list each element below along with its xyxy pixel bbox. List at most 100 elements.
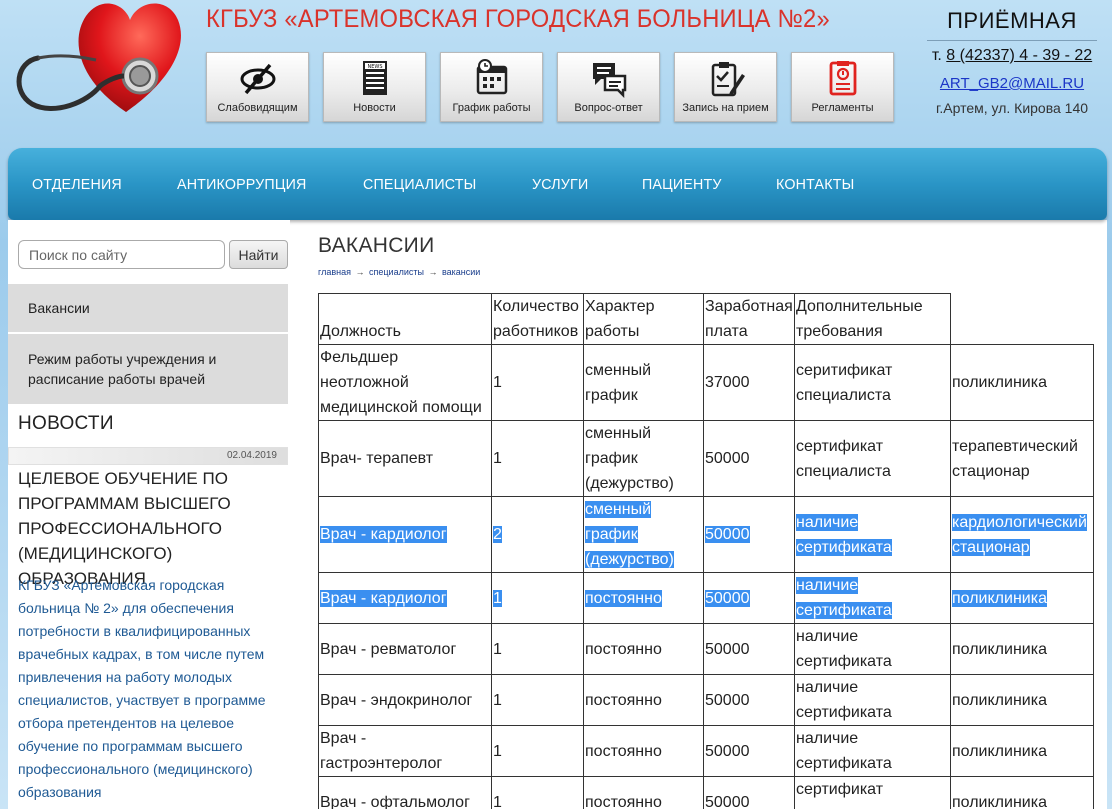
news-button[interactable]: NEWS Новости [323, 52, 426, 122]
table-row: Врач - гастроэнтеролог 1 постоянно 50000 нал… [318, 725, 1094, 777]
cell-text: сертификат специалиста [796, 781, 891, 809]
table-cell: Врач - кардиолог [318, 496, 492, 573]
nav-anticorruption[interactable]: АНТИКОРРУПЦИЯ [177, 176, 307, 193]
cell-text: сертификат специалиста [796, 437, 891, 480]
cell-text: терапевтический стационар [952, 437, 1078, 480]
heart-stethoscope-logo[interactable] [8, 0, 198, 118]
nav-patients[interactable]: ПАЦИЕНТУ [642, 176, 722, 193]
faq-button[interactable]: Вопрос-ответ [557, 52, 660, 122]
cell-text: наличие сертификата [796, 513, 892, 556]
sidebar-item-schedule[interactable]: Режим работы учреждения и расписание раб… [8, 334, 288, 406]
cell-text: серитификат специалиста [796, 361, 893, 404]
cell-text: Врач - кардиолог [320, 589, 447, 607]
table-cell: наличие сертификата [794, 572, 951, 624]
table-cell: наличие сертификата [794, 674, 951, 726]
table-cell: 50000 [703, 572, 795, 624]
cell-text: постоянно [585, 793, 662, 809]
nav-contacts[interactable]: КОНТАКТЫ [776, 176, 854, 193]
document-alert-icon [829, 61, 856, 96]
cell-text: 1 [493, 742, 502, 760]
email-link[interactable]: ART_GB2@MAIL.RU [922, 75, 1102, 92]
table-cell: постоянно [583, 674, 704, 726]
table-cell: Врач- терапевт [318, 420, 492, 497]
appointment-button[interactable]: Запись на прием [674, 52, 777, 122]
breadcrumb-separator: → [428, 267, 438, 277]
cell-text: 50000 [705, 742, 750, 760]
cell-text: сменный график (дежурство) [585, 425, 674, 492]
sidebar-item-vacancies[interactable]: Вакансии [8, 284, 288, 334]
breadcrumb: главная → специалисты → вакансии [318, 267, 480, 277]
nav-services[interactable]: УСЛУГИ [532, 176, 588, 193]
cell-text: 1 [493, 691, 502, 709]
main-nav: ОТДЕЛЕНИЯ АНТИКОРРУПЦИЯ СПЕЦИАЛИСТЫ УСЛУ… [8, 148, 1107, 220]
table-cell: поликлиника [950, 344, 1094, 421]
table-cell: постоянно [583, 725, 704, 777]
table-header-cell: Заработная плата [703, 293, 795, 345]
cell-text: Врач - гастроэнтеролог [320, 730, 443, 772]
eye-slash-icon [240, 63, 275, 95]
clipboard-check-icon [711, 62, 745, 97]
table-row: Врач - эндокринолог 1 постоянно 50000 наличи… [318, 674, 1094, 726]
regulations-button[interactable]: Регламенты [791, 52, 894, 122]
faq-label: Вопрос-ответ [574, 102, 643, 114]
search-input[interactable] [18, 240, 225, 269]
cell-text: 50000 [705, 691, 750, 709]
cell-text: наличие сертификата [796, 628, 892, 670]
cell-text: Врач- терапевт [320, 450, 434, 467]
quick-links-bar: Слабовидящим NEWS Новости График работы … [206, 52, 894, 122]
table-cell: сертификат специалиста [794, 776, 951, 809]
cell-text: 1 [493, 589, 502, 607]
breadcrumb-home[interactable]: главная [318, 267, 351, 277]
table-cell: 50000 [703, 420, 795, 497]
phone-number-link[interactable]: 8 (42337) 4 - 39 - 22 [946, 47, 1092, 64]
table-cell: постоянно [583, 623, 704, 675]
cell-text: постоянно [585, 589, 662, 607]
cell-text: сменный график [585, 361, 652, 404]
cell-text: наличие сертификата [796, 577, 892, 619]
nav-departments[interactable]: ОТДЕЛЕНИЯ [32, 176, 122, 193]
phone-prefix: т. [931, 47, 942, 64]
table-cell: 50000 [703, 623, 795, 675]
breadcrumb-separator: → [355, 267, 365, 277]
breadcrumb-specialists[interactable]: специалисты [369, 267, 424, 277]
schedule-button[interactable]: График работы [440, 52, 543, 122]
regulations-label: Регламенты [811, 102, 874, 114]
news-title-link[interactable]: ЦЕЛЕВОЕ ОБУЧЕНИЕ ПО ПРОГРАММАМ ВЫСШЕГО П… [18, 466, 283, 591]
breadcrumb-vacancies[interactable]: вакансии [442, 267, 480, 277]
cell-text: 1 [493, 640, 502, 658]
table-cell: поликлиника [950, 776, 1094, 809]
table-cell: 1 [491, 420, 584, 497]
table-cell: Врач - кардиолог [318, 572, 492, 624]
table-header-blank [950, 293, 1094, 345]
cell-text: Фельдшер неотложной медицинской помощи [320, 349, 482, 416]
low-vision-button[interactable]: Слабовидящим [206, 52, 309, 122]
table-cell: сменный график (дежурство) [583, 420, 704, 497]
nav-specialists[interactable]: СПЕЦИАЛИСТЫ [363, 176, 476, 193]
cell-text: Врач - эндокринолог [320, 691, 473, 709]
cell-text: постоянно [585, 691, 662, 709]
cell-text: 1 [493, 793, 502, 809]
table-cell: Врач - офтальмолог [318, 776, 492, 809]
search-button[interactable]: Найти [229, 240, 288, 269]
table-cell: 1 [491, 674, 584, 726]
vacancies-table: Должность Количество работников Характер… [318, 293, 1094, 809]
table-cell: кардиологический стационар [950, 496, 1094, 573]
table-cell: сменный график [583, 344, 704, 421]
search-form: Найти [18, 240, 288, 269]
table-cell: 50000 [703, 674, 795, 726]
cell-text: 37000 [705, 374, 750, 391]
cell-text: Врач - ревматолог [320, 640, 457, 658]
cell-text: поликлиника [952, 640, 1047, 658]
table-cell: терапевтический стационар [950, 420, 1094, 497]
cell-text: 50000 [705, 450, 750, 467]
cell-text: 1 [493, 450, 502, 467]
table-header-cell: Характер работы [583, 293, 704, 345]
table-cell: наличие сертификата [794, 496, 951, 573]
news-label: Новости [353, 102, 396, 114]
table-cell: поликлиника [950, 725, 1094, 777]
reception-address: г.Артем, ул. Кирова 140 [935, 100, 1089, 116]
table-cell: наличие сертификата [794, 623, 951, 675]
cell-text: наличие сертификата [796, 730, 892, 772]
table-cell: 50000 [703, 776, 795, 809]
cell-text: 1 [493, 374, 502, 391]
